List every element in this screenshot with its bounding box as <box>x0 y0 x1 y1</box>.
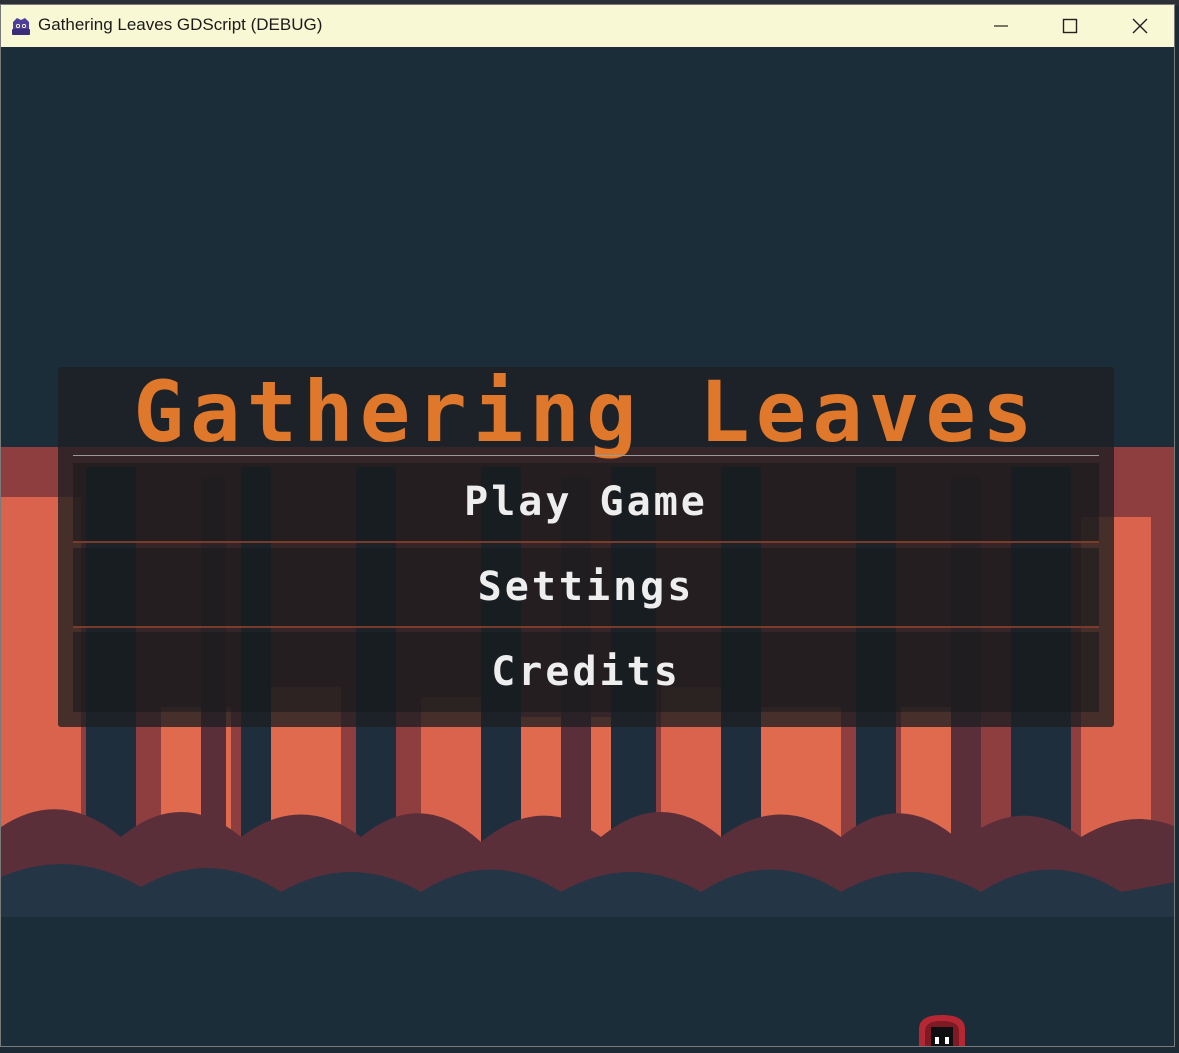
window-titlebar[interactable]: Gathering Leaves GDScript (DEBUG) <box>1 5 1174 47</box>
title-divider <box>73 455 1099 456</box>
minimize-icon <box>994 25 1008 27</box>
game-window: Gathering Leaves GDScript (DEBUG) Gather… <box>0 4 1175 1047</box>
play-game-button[interactable]: Play Game <box>73 463 1099 543</box>
game-viewport[interactable]: Gathering Leaves Play Game Settings Cred… <box>1 47 1174 1046</box>
play-game-label: Play Game <box>464 479 708 525</box>
godot-app-icon <box>12 18 30 35</box>
credits-button[interactable]: Credits <box>73 632 1099 712</box>
game-title: Gathering Leaves <box>133 363 1039 461</box>
close-icon <box>1132 18 1148 34</box>
maximize-icon <box>1062 18 1078 34</box>
settings-button[interactable]: Settings <box>73 548 1099 628</box>
credits-label: Credits <box>491 649 681 695</box>
minimize-button[interactable] <box>966 5 1036 47</box>
maximize-button[interactable] <box>1035 5 1105 47</box>
window-title: Gathering Leaves GDScript (DEBUG) <box>38 15 323 34</box>
hooded-player-sprite <box>919 1015 965 1046</box>
settings-label: Settings <box>477 564 695 610</box>
close-button[interactable] <box>1105 5 1174 47</box>
main-menu-panel: Gathering Leaves Play Game Settings Cred… <box>58 367 1114 727</box>
